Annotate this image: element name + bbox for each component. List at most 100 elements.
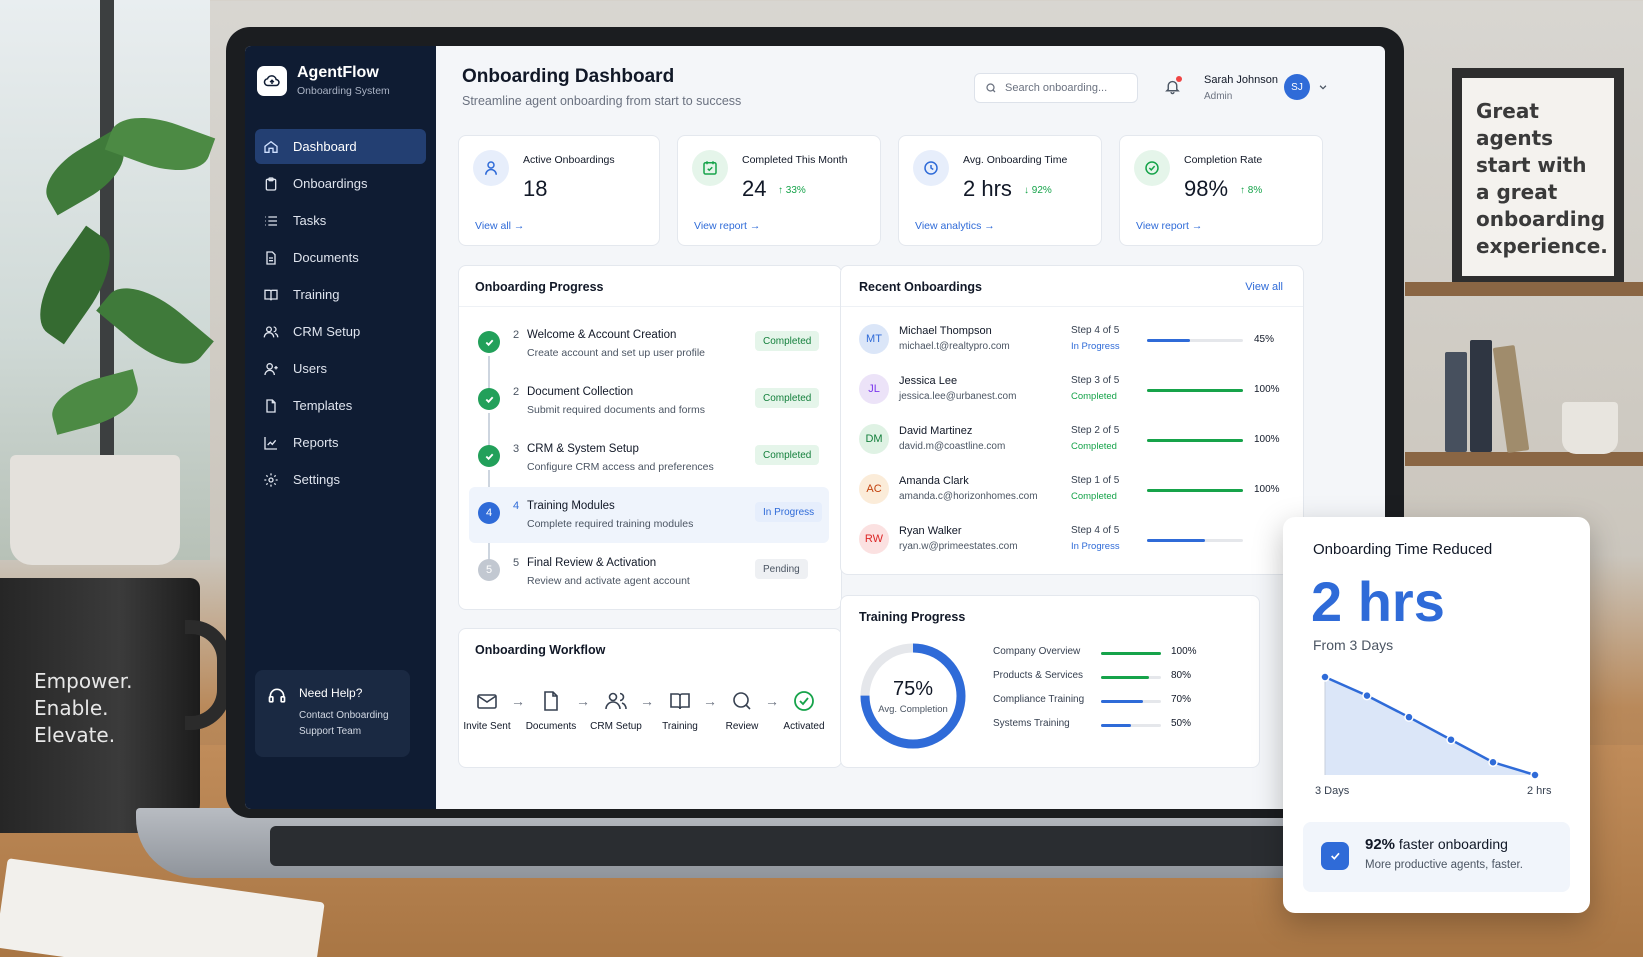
status-badge: Completed — [755, 331, 820, 351]
users-icon — [605, 692, 627, 710]
sidebar-item-label: Training — [293, 287, 340, 302]
data-point — [1320, 672, 1330, 682]
step-description: Submit required documents and forms — [527, 404, 706, 416]
brand[interactable]: AgentFlow Onboarding System — [257, 64, 426, 97]
footer-title-text: faster onboarding — [1398, 836, 1508, 852]
data-point — [1530, 770, 1540, 780]
view-all-link[interactable]: View all → — [475, 220, 524, 232]
progress-bar — [1147, 339, 1243, 342]
person-email: jessica.lee@urbanest.com — [899, 391, 1017, 402]
workflow-step-activated[interactable]: Activated — [769, 689, 839, 732]
avatar: DM — [859, 424, 889, 454]
avatar[interactable]: SJ — [1284, 74, 1310, 100]
search-input[interactable]: Search onboarding... — [974, 73, 1138, 103]
list-item[interactable]: RW Ryan Walker ryan.w@primeestates.com Step… — [857, 516, 1287, 566]
step-title: Document Collection — [527, 386, 634, 398]
mug-line: Enable. — [34, 696, 109, 720]
training-fill — [1101, 700, 1143, 703]
view-report-link[interactable]: View report → — [1136, 220, 1202, 232]
progress-step[interactable]: 2 Welcome & Account Creation Create acco… — [469, 316, 829, 372]
list-item[interactable]: MT Michael Thompson michael.t@realtypro.co… — [857, 316, 1287, 366]
progress-step[interactable]: 4 4 Training Modules Complete required t… — [469, 487, 829, 543]
person-email: ryan.w@primeestates.com — [899, 541, 1018, 552]
view-all-link[interactable]: View all — [1245, 281, 1283, 293]
divider — [841, 306, 1303, 307]
onboarding-progress-card: Onboarding Progress 2 Welcome & Account … — [458, 265, 842, 610]
status-badge: In Progress — [755, 502, 823, 522]
help-box[interactable]: Need Help? Contact Onboarding Support Te… — [255, 670, 410, 757]
progress-step[interactable]: 3 CRM & System Setup Configure CRM acces… — [469, 430, 829, 486]
briefcase-check-icon — [1321, 842, 1349, 870]
training-percent: 80% — [1171, 670, 1192, 681]
sidebar-item-tasks[interactable]: Tasks — [255, 203, 426, 238]
poster-line: Great agents — [1476, 99, 1554, 150]
user-name[interactable]: Sarah Johnson — [1204, 74, 1278, 86]
step-title: Final Review & Activation — [527, 557, 657, 569]
sidebar-item-reports[interactable]: Reports — [255, 425, 426, 460]
sidebar-item-onboardings[interactable]: Onboardings — [255, 166, 426, 201]
data-point — [1446, 734, 1456, 745]
status-text: Completed — [1071, 491, 1117, 502]
progress-step[interactable]: 5 5 Final Review & Activation Review and… — [469, 544, 829, 600]
sidebar-item-templates[interactable]: Templates — [255, 388, 426, 423]
training-label: Compliance Training — [993, 694, 1085, 705]
stat-label: Completion Rate — [1184, 154, 1263, 166]
user-role: Admin — [1204, 91, 1233, 102]
view-analytics-link[interactable]: View analytics → — [915, 220, 995, 232]
sidebar-item-label: Tasks — [293, 213, 327, 228]
workflow-label: Training — [662, 721, 698, 732]
x-tick-label: 3 Days — [1315, 785, 1350, 797]
avatar: MT — [859, 324, 889, 354]
document-icon — [266, 250, 276, 265]
progress-step[interactable]: 2 Document Collection Submit required do… — [469, 373, 829, 429]
workflow-label: CRM Setup — [590, 721, 642, 732]
list-item[interactable]: DM David Martinez david.m@coastline.com Ste… — [857, 416, 1287, 466]
sidebar-item-dashboard[interactable]: Dashboard — [255, 129, 426, 164]
workflow-label: Review — [725, 721, 759, 732]
stat-delta: ↑ 33% — [778, 185, 806, 196]
big-value: 2 hrs — [1311, 570, 1445, 633]
step-number: 3 — [513, 443, 520, 455]
progress-fill — [1147, 389, 1243, 392]
section-title: Onboarding Progress — [475, 280, 604, 294]
user-icon — [264, 362, 278, 375]
sidebar-item-training[interactable]: Training — [255, 277, 426, 312]
training-label: Company Overview — [993, 646, 1081, 657]
stat-value: 2 hrs — [963, 176, 1012, 201]
list-item[interactable]: AC Amanda Clark amanda.c@horizonhomes.com S… — [857, 466, 1287, 516]
section-title: Training Progress — [859, 610, 966, 624]
sidebar-item-label: Reports — [293, 435, 339, 450]
sidebar-item-crm-setup[interactable]: CRM Setup — [255, 314, 426, 349]
sidebar-item-settings[interactable]: Settings — [255, 462, 426, 497]
workflow-label: Activated — [783, 721, 825, 732]
clipboard-icon — [265, 176, 277, 191]
avatar: AC — [859, 474, 889, 504]
app-name: AgentFlow — [297, 64, 379, 81]
sidebar-item-users[interactable]: Users — [255, 351, 426, 386]
sidebar-item-label: Documents — [293, 250, 359, 265]
list-item[interactable]: JL Jessica Lee jessica.lee@urbanest.com Ste… — [857, 366, 1287, 416]
person-email: amanda.c@horizonhomes.com — [899, 491, 1038, 502]
page-subtitle: Streamline agent onboarding from start t… — [462, 94, 742, 108]
sidebar-item-label: Dashboard — [293, 139, 357, 154]
donut-value: 75% — [892, 678, 934, 700]
training-bar — [1101, 676, 1161, 679]
sidebar-item-documents[interactable]: Documents — [255, 240, 426, 275]
stat-value: 98% — [1184, 176, 1229, 201]
check-circle-icon — [1134, 150, 1170, 186]
stat-delta: ↓ 92% — [1024, 185, 1052, 196]
cloud-logo-icon — [257, 65, 287, 96]
footer-banner: 92% faster onboarding More productive ag… — [1303, 822, 1570, 892]
book — [1492, 344, 1530, 454]
time-reduced-card: Onboarding Time Reduced 2 hrs From 3 Day… — [1283, 517, 1590, 913]
stat-delta: ↑ 8% — [1240, 185, 1263, 196]
step-label: Step 3 of 5 — [1071, 375, 1120, 386]
book-icon — [264, 289, 278, 300]
card-subtitle: From 3 Days — [1313, 637, 1394, 653]
sidebar-nav: Dashboard Onboardings Tasks Documents Tr… — [255, 129, 426, 497]
notification-dot — [1176, 76, 1182, 82]
step-circle: 5 — [478, 559, 500, 581]
view-report-link[interactable]: View report → — [694, 220, 760, 232]
chevron-down-icon[interactable] — [1318, 82, 1328, 92]
small-plant-pot — [1562, 402, 1618, 454]
